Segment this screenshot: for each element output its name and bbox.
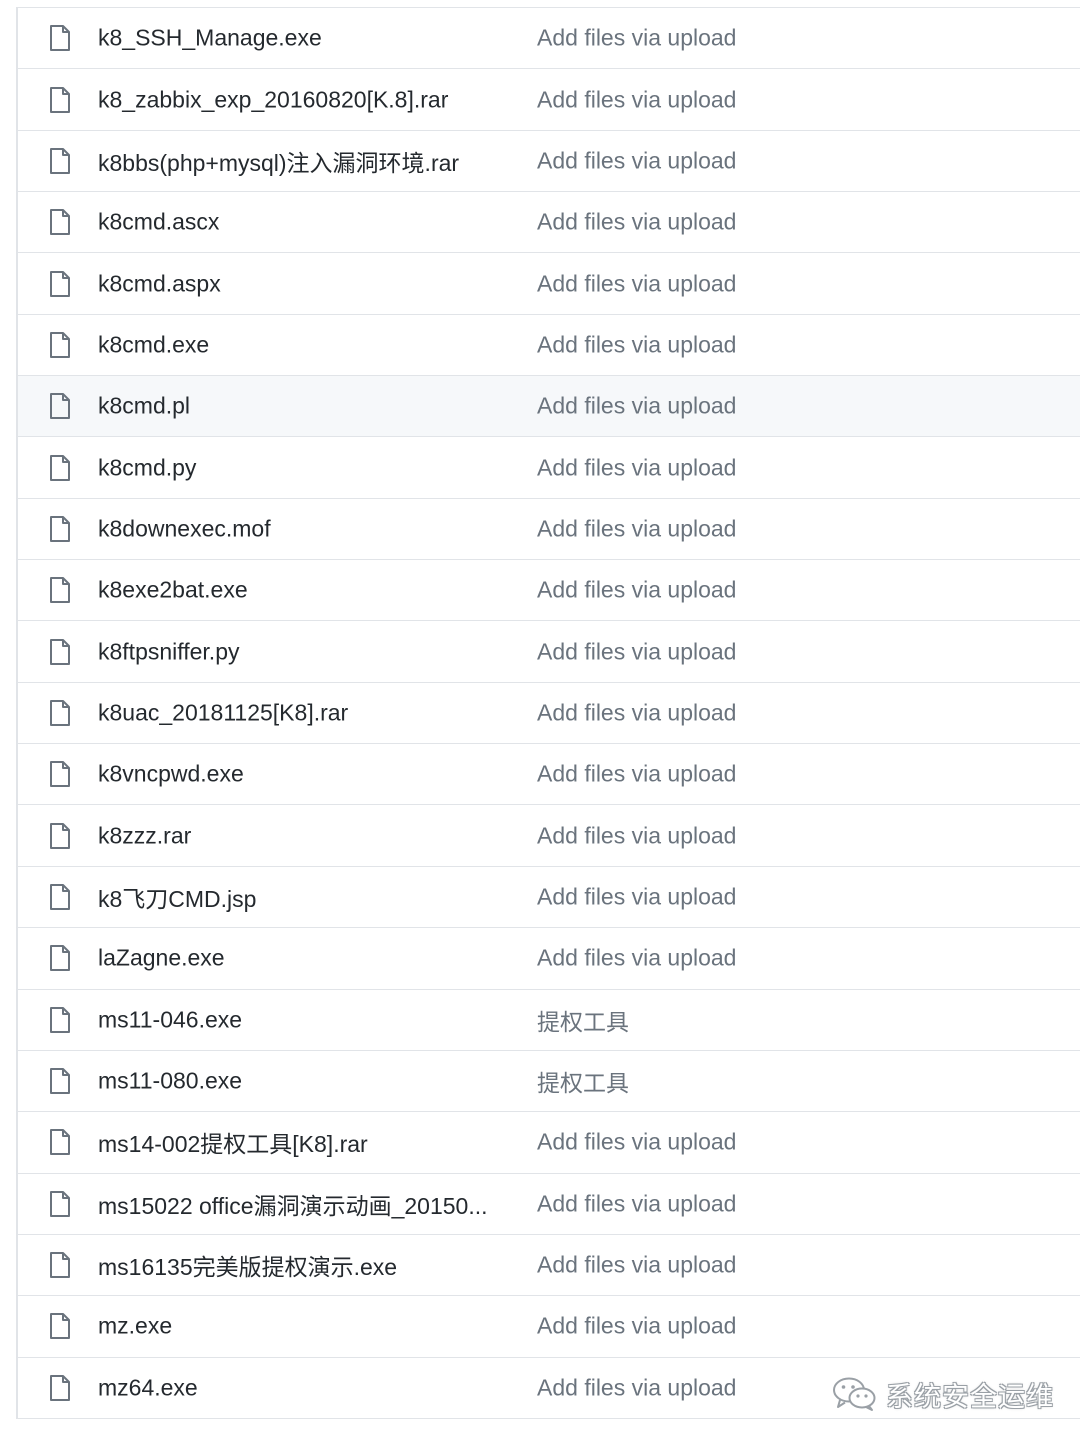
- file-name-link[interactable]: k8cmd.ascx: [98, 209, 513, 236]
- commit-message-link[interactable]: Add files via upload: [537, 577, 736, 604]
- file-icon: [48, 1006, 72, 1034]
- commit-message-link[interactable]: 提权工具: [537, 1003, 629, 1037]
- file-name-link[interactable]: mz.exe: [98, 1313, 513, 1340]
- commit-message-link[interactable]: Add files via upload: [537, 1190, 736, 1217]
- commit-message-link[interactable]: Add files via upload: [537, 454, 736, 481]
- file-icon: [48, 270, 72, 298]
- commit-message-link[interactable]: Add files via upload: [537, 86, 736, 113]
- file-icon: [48, 331, 72, 359]
- file-icon: [48, 760, 72, 788]
- file-row[interactable]: mz.exe Add files via upload: [18, 1296, 1080, 1358]
- file-row[interactable]: k8vncpwd.exe Add files via upload: [18, 744, 1080, 806]
- file-name-link[interactable]: k8_zabbix_exp_20160820[K.8].rar: [98, 86, 513, 113]
- file-name-link[interactable]: mz64.exe: [98, 1374, 513, 1401]
- file-icon: [48, 392, 72, 420]
- file-row[interactable]: k8_SSH_Manage.exe Add files via upload: [18, 8, 1080, 70]
- file-name-link[interactable]: ms15022 office漏洞演示动画_20150...: [98, 1187, 513, 1221]
- file-name-link[interactable]: k8exe2bat.exe: [98, 577, 513, 604]
- file-row[interactable]: k8cmd.ascx Add files via upload: [18, 192, 1080, 254]
- commit-message-link[interactable]: Add files via upload: [537, 1374, 736, 1401]
- file-name-link[interactable]: laZagne.exe: [98, 945, 513, 972]
- file-name-link[interactable]: k8downexec.mof: [98, 515, 513, 542]
- file-row[interactable]: ms14-002提权工具[K8].rar Add files via upload: [18, 1112, 1080, 1174]
- file-row[interactable]: k8ftpsniffer.py Add files via upload: [18, 621, 1080, 683]
- commit-message-link[interactable]: Add files via upload: [537, 699, 736, 726]
- file-icon: [48, 24, 72, 52]
- file-row[interactable]: ms16135完美版提权演示.exe Add files via upload: [18, 1235, 1080, 1297]
- file-list: k8_SSH_Manage.exe Add files via upload k8_…: [16, 7, 1080, 1419]
- file-icon: [48, 1190, 72, 1218]
- file-icon: [48, 576, 72, 604]
- file-icon: [48, 1374, 72, 1402]
- file-icon: [48, 1128, 72, 1156]
- file-icon: [48, 638, 72, 666]
- file-name-link[interactable]: k8_SSH_Manage.exe: [98, 25, 513, 52]
- file-name-link[interactable]: ms14-002提权工具[K8].rar: [98, 1125, 513, 1159]
- file-row[interactable]: k8cmd.exe Add files via upload: [18, 315, 1080, 377]
- file-icon: [48, 699, 72, 727]
- commit-message-link[interactable]: Add files via upload: [537, 945, 736, 972]
- file-name-link[interactable]: k8ftpsniffer.py: [98, 638, 513, 665]
- commit-message-link[interactable]: Add files via upload: [537, 515, 736, 542]
- file-row[interactable]: k8cmd.pl Add files via upload: [18, 376, 1080, 438]
- file-row[interactable]: k8cmd.aspx Add files via upload: [18, 253, 1080, 315]
- file-icon: [48, 1312, 72, 1340]
- file-row[interactable]: k8exe2bat.exe Add files via upload: [18, 560, 1080, 622]
- file-row[interactable]: ms15022 office漏洞演示动画_20150... Add files v…: [18, 1174, 1080, 1235]
- file-name-link[interactable]: ms11-046.exe: [98, 1006, 513, 1033]
- file-row[interactable]: k8飞刀CMD.jsp Add files via upload: [18, 867, 1080, 929]
- commit-message-link[interactable]: Add files via upload: [537, 270, 736, 297]
- commit-message-link[interactable]: Add files via upload: [537, 1129, 736, 1156]
- file-row[interactable]: k8zzz.rar Add files via upload: [18, 805, 1080, 867]
- commit-message-link[interactable]: Add files via upload: [537, 147, 736, 174]
- file-name-link[interactable]: k8cmd.exe: [98, 331, 513, 358]
- file-name-link[interactable]: k8vncpwd.exe: [98, 761, 513, 788]
- file-icon: [48, 515, 72, 543]
- file-row[interactable]: ms11-080.exe 提权工具: [18, 1051, 1080, 1113]
- file-name-link[interactable]: k8bbs(php+mysql)注入漏洞环境.rar: [98, 144, 513, 178]
- file-row[interactable]: k8cmd.py Add files via upload: [18, 437, 1080, 499]
- file-icon: [48, 147, 72, 175]
- file-row[interactable]: k8_zabbix_exp_20160820[K.8].rar Add files…: [18, 69, 1080, 131]
- wechat-icon: [832, 1376, 878, 1412]
- file-name-link[interactable]: k8cmd.pl: [98, 393, 513, 420]
- file-icon: [48, 454, 72, 482]
- commit-message-link[interactable]: Add files via upload: [537, 209, 736, 236]
- file-icon: [48, 944, 72, 972]
- commit-message-link[interactable]: Add files via upload: [537, 1252, 736, 1279]
- file-name-link[interactable]: k8cmd.py: [98, 454, 513, 481]
- file-icon: [48, 822, 72, 850]
- file-name-link[interactable]: ms16135完美版提权演示.exe: [98, 1248, 513, 1282]
- file-icon: [48, 1251, 72, 1279]
- file-row[interactable]: k8uac_20181125[K8].rar Add files via uplo…: [18, 683, 1080, 745]
- file-icon: [48, 883, 72, 911]
- file-icon: [48, 86, 72, 114]
- file-row[interactable]: laZagne.exe Add files via upload: [18, 928, 1080, 990]
- commit-message-link[interactable]: 提权工具: [537, 1064, 629, 1098]
- watermark: 系统安全运维: [832, 1372, 1054, 1416]
- file-name-link[interactable]: k8uac_20181125[K8].rar: [98, 699, 513, 726]
- file-name-link[interactable]: k8zzz.rar: [98, 822, 513, 849]
- file-icon: [48, 1067, 72, 1095]
- file-row[interactable]: k8bbs(php+mysql)注入漏洞环境.rar Add files via …: [18, 131, 1080, 193]
- commit-message-link[interactable]: Add files via upload: [537, 331, 736, 358]
- commit-message-link[interactable]: Add files via upload: [537, 822, 736, 849]
- file-row[interactable]: k8downexec.mof Add files via upload: [18, 499, 1080, 561]
- file-row[interactable]: ms11-046.exe 提权工具: [18, 990, 1080, 1051]
- watermark-text: 系统安全运维: [886, 1381, 1054, 1413]
- commit-message-link[interactable]: Add files via upload: [537, 1313, 736, 1340]
- file-name-link[interactable]: k8cmd.aspx: [98, 270, 513, 297]
- commit-message-link[interactable]: Add files via upload: [537, 761, 736, 788]
- file-name-link[interactable]: k8飞刀CMD.jsp: [98, 880, 513, 914]
- commit-message-link[interactable]: Add files via upload: [537, 25, 736, 52]
- file-icon: [48, 208, 72, 236]
- commit-message-link[interactable]: Add files via upload: [537, 393, 736, 420]
- commit-message-link[interactable]: Add files via upload: [537, 638, 736, 665]
- file-name-link[interactable]: ms11-080.exe: [98, 1068, 513, 1095]
- commit-message-link[interactable]: Add files via upload: [537, 883, 736, 910]
